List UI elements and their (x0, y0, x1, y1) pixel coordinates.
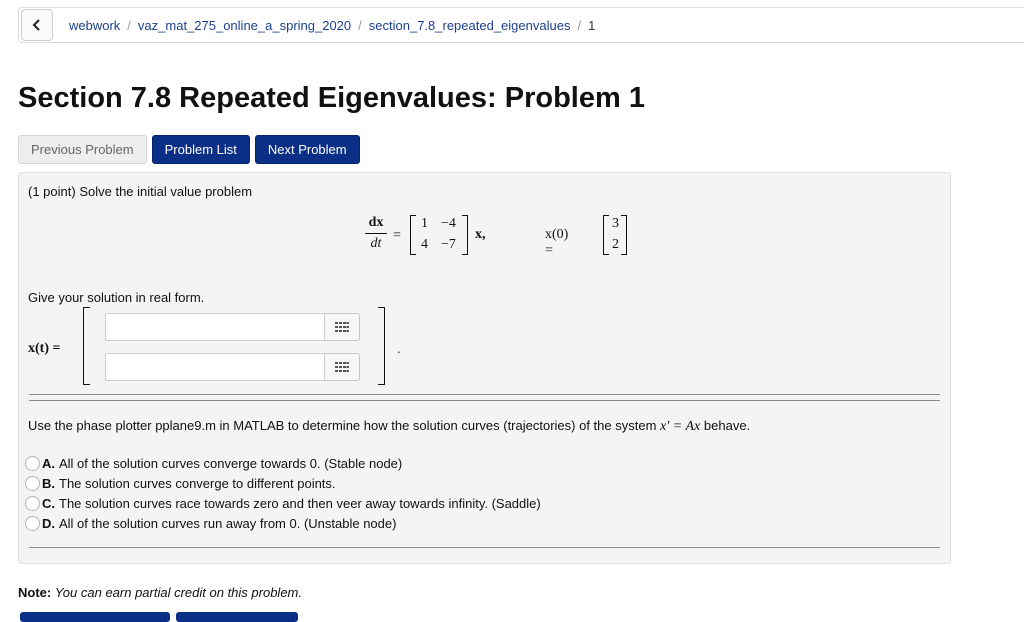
choice-c[interactable]: C. The solution curves race towards zero… (25, 496, 541, 511)
matrix-palette-button-2[interactable] (324, 353, 360, 381)
choice-d[interactable]: D. All of the solution curves run away f… (25, 516, 396, 531)
choice-b-letter: B. (42, 476, 55, 491)
x0-second: 2 (612, 237, 619, 252)
problem-list-button[interactable]: Problem List (151, 135, 250, 164)
answer-input-2[interactable] (105, 353, 357, 381)
chevron-left-icon (32, 19, 40, 31)
equals-sign: = (393, 228, 401, 243)
problem-panel: (1 point) Solve the initial value proble… (18, 172, 951, 564)
breadcrumb-separator: / (127, 17, 131, 33)
matrix-a11: 1 (421, 216, 428, 231)
dt-denominator: dt (370, 236, 382, 251)
dx-numerator: dx (368, 215, 384, 230)
matrix-left-bracket (410, 215, 416, 255)
next-problem-button[interactable]: Next Problem (254, 135, 360, 164)
note-label: Note: (18, 585, 52, 600)
choice-c-text: The solution curves race towards zero an… (59, 496, 541, 511)
x-vector: x, (475, 227, 486, 242)
submit-button-partial[interactable] (20, 612, 170, 622)
previous-problem-button[interactable]: Previous Problem (18, 135, 147, 164)
matrix-a12: −4 (441, 216, 456, 231)
breadcrumb-webwork[interactable]: webwork (69, 18, 120, 33)
matrix-a21: 4 (421, 237, 428, 252)
choice-a-letter: A. (42, 456, 55, 471)
grid-icon (335, 362, 349, 372)
preview-button-partial[interactable] (176, 612, 298, 622)
choice-d-text: All of the solution curves run away from… (59, 516, 397, 531)
matrix-palette-button-1[interactable] (324, 313, 360, 341)
choice-a[interactable]: A. All of the solution curves converge t… (25, 456, 402, 471)
radio-a[interactable] (25, 456, 40, 471)
choice-b[interactable]: B. The solution curves converge to diffe… (25, 476, 336, 491)
divider (29, 547, 940, 548)
divider (29, 394, 940, 395)
choice-b-text: The solution curves converge to differen… (59, 476, 336, 491)
breadcrumb-problem: 1 (588, 17, 596, 33)
answer-label-text: x(t) = (28, 341, 61, 356)
answer-label: x(t) = (28, 341, 60, 357)
choice-a-text: All of the solution curves converge towa… (59, 456, 403, 471)
answer-right-bracket (378, 307, 385, 385)
radio-b[interactable] (25, 476, 40, 491)
breadcrumb-set[interactable]: section_7.8_repeated_eigenvalues (369, 18, 571, 33)
matrix-a22: −7 (441, 237, 456, 252)
breadcrumb-separator: / (577, 17, 582, 33)
phase-question-tail: behave. (703, 418, 751, 433)
answer-left-bracket (83, 307, 90, 385)
x0-left-bracket (603, 215, 609, 255)
divider (29, 400, 940, 401)
real-form-instruction: Give your solution in real form. (28, 290, 205, 305)
radio-d[interactable] (25, 516, 40, 531)
page-title: Section 7.8 Repeated Eigenvalues: Proble… (18, 82, 645, 114)
breadcrumb-bar: webwork / vaz_mat_275_online_a_spring_20… (18, 7, 1024, 43)
answer-period: . (397, 341, 401, 356)
x0-right-bracket (621, 215, 627, 255)
breadcrumb-separator: / (358, 17, 362, 33)
problem-statement: (1 point) Solve the initial value proble… (28, 184, 252, 199)
back-button[interactable] (21, 9, 53, 41)
choice-c-letter: C. (42, 496, 55, 511)
phase-plotter-question: Use the phase plotter pplane9.m in MATLA… (28, 418, 750, 435)
choice-d-letter: D. (42, 516, 55, 531)
answer-input-1[interactable] (105, 313, 357, 341)
problem-points: (1 point) (28, 184, 76, 199)
phase-equation: x′ = Ax (660, 419, 701, 434)
partial-credit-note: Note: You can earn partial credit on thi… (18, 585, 302, 600)
note-text: You can earn partial credit on this prob… (54, 585, 302, 600)
breadcrumb: webwork / vaz_mat_275_online_a_spring_20… (69, 18, 595, 33)
breadcrumb-course[interactable]: vaz_mat_275_online_a_spring_2020 (138, 18, 351, 33)
derivative-fraction: dx dt (365, 215, 387, 252)
phase-question-text: Use the phase plotter pplane9.m in MATLA… (28, 418, 657, 433)
matrix-right-bracket (462, 215, 468, 255)
radio-c[interactable] (25, 496, 40, 511)
problem-navigation: Previous Problem Problem List Next Probl… (18, 135, 360, 164)
problem-prompt: Solve the initial value problem (79, 184, 253, 199)
grid-icon (335, 322, 349, 332)
x0-first: 3 (612, 216, 619, 231)
initial-condition-label: x(0) = (545, 227, 569, 258)
